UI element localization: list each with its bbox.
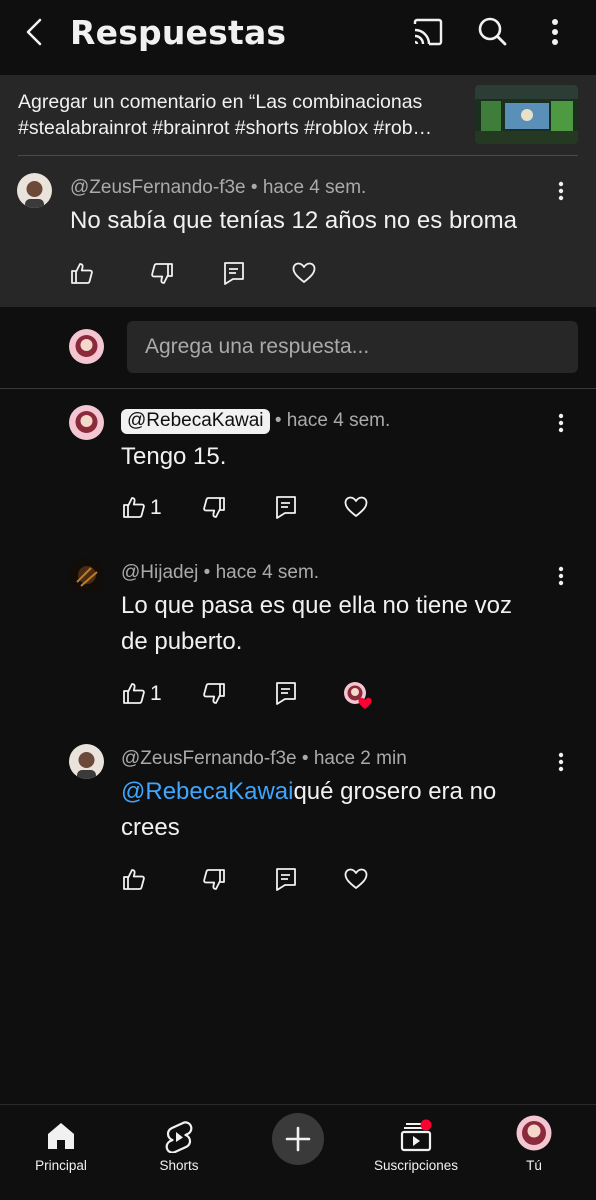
avatar[interactable]: [17, 173, 52, 208]
comment-text: Tengo 15.: [121, 443, 227, 470]
comment-time: • hace 4 sem.: [250, 177, 367, 198]
comment-time: • hace 2 min: [301, 748, 407, 769]
shorts-icon: [165, 1121, 193, 1153]
avatar[interactable]: [69, 405, 104, 440]
avatar[interactable]: [69, 744, 104, 779]
comment-author[interactable]: @ZeusFernando-f3e: [121, 748, 297, 769]
nav-label: Suscripciones: [373, 1158, 459, 1173]
dislike-icon[interactable]: [149, 261, 175, 287]
reply-icon[interactable]: [273, 680, 299, 706]
nav-shorts[interactable]: Shorts: [119, 1113, 239, 1183]
like-icon[interactable]: [69, 260, 95, 286]
back-icon[interactable]: [18, 14, 54, 50]
comment-text-line: de puberto.: [121, 628, 243, 655]
comment-text: No sabía que tenías 12 años no es broma: [70, 207, 517, 234]
plus-icon: [285, 1126, 311, 1152]
comment-text-line: qué grosero era no: [293, 778, 497, 805]
nav-label: Principal: [35, 1158, 87, 1173]
comment-text-line: crees: [121, 814, 180, 841]
like-icon[interactable]: [121, 866, 147, 892]
nav-subscriptions[interactable]: Suscripciones: [356, 1113, 476, 1183]
page-title: Respuestas: [70, 13, 287, 52]
subscriptions-icon: [400, 1119, 432, 1152]
comment-more-icon[interactable]: [551, 750, 571, 776]
heart-icon[interactable]: [291, 260, 317, 286]
more-vertical-icon[interactable]: [540, 14, 570, 50]
cast-icon[interactable]: [411, 14, 445, 50]
dislike-icon[interactable]: [201, 681, 227, 707]
comment-more-icon[interactable]: [551, 179, 571, 205]
video-context-link[interactable]: Agregar un comentario en “Las combinacio…: [18, 89, 463, 141]
divider: [0, 388, 596, 389]
reply-icon[interactable]: [221, 260, 247, 286]
reply-icon[interactable]: [273, 866, 299, 892]
comment-more-icon[interactable]: [551, 564, 571, 590]
reply-placeholder: Agrega una respuesta...: [145, 335, 370, 358]
comment-text: @RebecaKawaiqué grosero era no crees: [121, 774, 496, 846]
user-avatar: [69, 329, 104, 364]
like-count: 1: [150, 496, 162, 519]
nav-label: Shorts: [159, 1158, 199, 1173]
comment-time: • hace 4 sem.: [274, 410, 391, 431]
comment-text-line: Lo que pasa es que ella no tiene voz: [121, 592, 512, 619]
comment-more-icon[interactable]: [551, 411, 571, 437]
video-thumbnail[interactable]: [475, 85, 578, 144]
home-icon: [48, 1123, 74, 1149]
heart-icon[interactable]: [343, 494, 369, 520]
comment-time: • hace 4 sem.: [203, 562, 320, 583]
top-bar: Respuestas: [0, 0, 596, 72]
dislike-icon[interactable]: [201, 495, 227, 521]
profile-avatar-icon: [516, 1115, 552, 1151]
reply-icon[interactable]: [273, 494, 299, 520]
creator-heart-icon: [343, 681, 373, 711]
like-icon[interactable]: [121, 494, 147, 520]
avatar[interactable]: [69, 558, 104, 593]
reply-input[interactable]: Agrega una respuesta...: [127, 321, 578, 373]
like-count: 1: [150, 682, 162, 705]
heart-icon[interactable]: [343, 866, 369, 892]
comment-author[interactable]: @Hijadej: [121, 562, 198, 583]
context-line-2: #stealabrainrot #brainrot #shorts #roblo…: [18, 117, 433, 139]
comment-author[interactable]: @ZeusFernando-f3e: [70, 177, 246, 198]
comment-text: Lo que pasa es que ella no tiene voz de …: [121, 588, 512, 660]
nav-you[interactable]: Tú: [474, 1113, 594, 1183]
creator-author-chip[interactable]: @RebecaKawai: [121, 409, 270, 434]
create-button[interactable]: [272, 1113, 324, 1165]
divider: [18, 155, 578, 156]
like-icon[interactable]: [121, 680, 147, 706]
mention-link[interactable]: @RebecaKawai: [121, 778, 293, 805]
search-icon[interactable]: [475, 14, 509, 50]
parent-comment-panel: Agregar un comentario en “Las combinacio…: [0, 75, 596, 307]
context-line-1: Agregar un comentario en “Las combinacio…: [18, 91, 423, 113]
dislike-icon[interactable]: [201, 867, 227, 893]
nav-label: Tú: [526, 1158, 542, 1173]
nav-home[interactable]: Principal: [1, 1113, 121, 1183]
